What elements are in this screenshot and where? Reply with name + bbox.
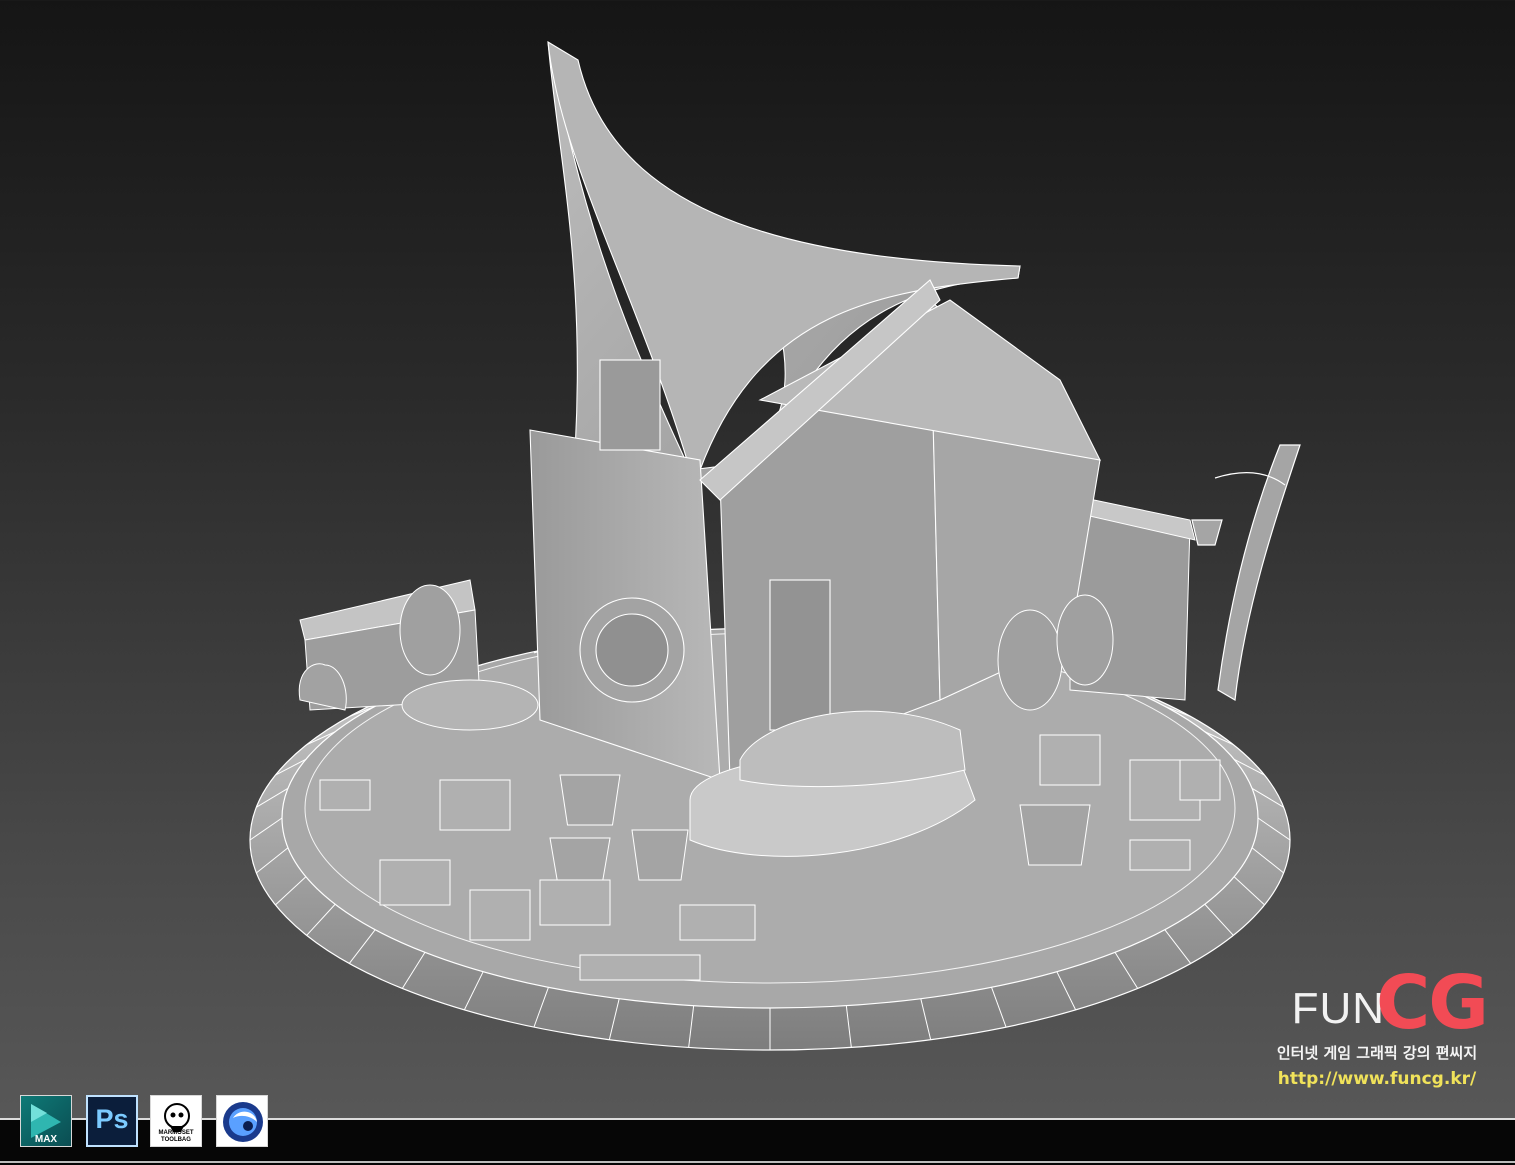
round-table bbox=[401, 679, 539, 731]
crate bbox=[579, 954, 701, 981]
3d-viewport[interactable]: FUN CG 인터넷 게임 그래픽 강의 편씨지 http://www.func… bbox=[0, 0, 1515, 1118]
bucket bbox=[559, 774, 621, 826]
barrel bbox=[1056, 594, 1114, 686]
photoshop-icon[interactable]: Ps bbox=[86, 1095, 138, 1147]
funcg-watermark: FUN CG 인터넷 게임 그래픽 강의 편씨지 http://www.func… bbox=[1247, 960, 1489, 1089]
house-model-wireframe bbox=[249, 40, 1301, 1051]
marmoset-label: MARMOSET TOOLBAG bbox=[158, 1130, 194, 1143]
cinema4d-glyph bbox=[223, 1102, 263, 1142]
crate bbox=[1129, 839, 1191, 871]
crate bbox=[679, 904, 756, 941]
bucket bbox=[549, 837, 611, 883]
ps-label: Ps bbox=[95, 1104, 129, 1134]
crate bbox=[469, 889, 531, 941]
crate bbox=[1179, 759, 1221, 801]
crate bbox=[379, 859, 451, 906]
3dsmax-icon[interactable]: MAX bbox=[20, 1095, 72, 1147]
logo-cg-text: CG bbox=[1375, 960, 1489, 1046]
crate bbox=[319, 779, 371, 811]
funcg-logo: FUN CG bbox=[1247, 960, 1489, 1046]
crate bbox=[539, 879, 611, 926]
barrel bbox=[997, 609, 1063, 711]
barrel bbox=[399, 584, 461, 676]
bucket bbox=[1019, 804, 1091, 866]
lamp-post bbox=[1191, 444, 1301, 701]
crate bbox=[1039, 734, 1101, 786]
marmoset-icon[interactable]: MARMOSET TOOLBAG bbox=[150, 1095, 202, 1147]
crate bbox=[439, 779, 511, 831]
brand-url: http://www.funcg.kr/ bbox=[1277, 1069, 1477, 1089]
logo-fun-text: FUN bbox=[1291, 984, 1385, 1033]
max-label: MAX bbox=[34, 1134, 58, 1145]
cinema4d-icon[interactable] bbox=[216, 1095, 268, 1147]
bucket bbox=[631, 829, 689, 881]
